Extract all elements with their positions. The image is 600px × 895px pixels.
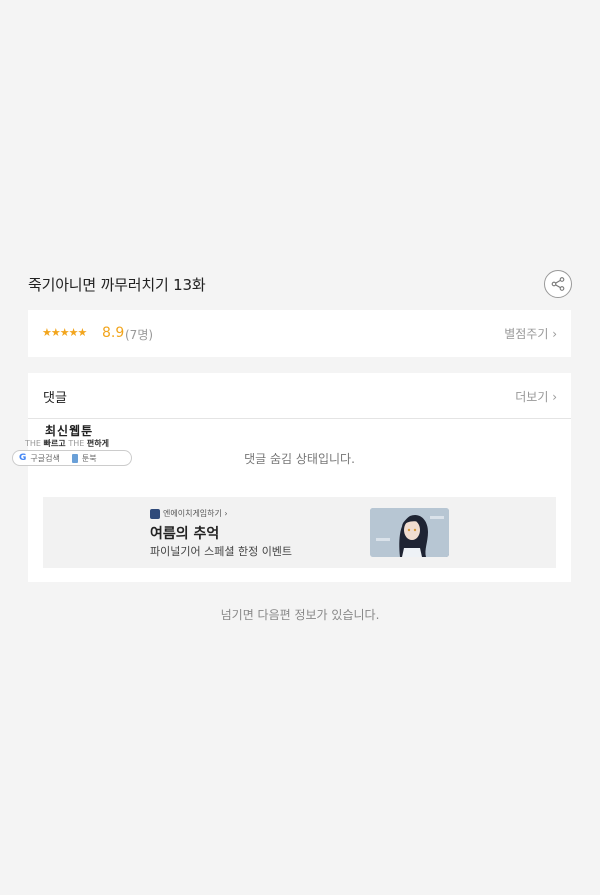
comment-card: 댓글 더보기 › 댓글 숨김 상태입니다. 엔에이치게임하기 › 여름의 추억 … [28, 373, 571, 582]
widget-search-bar[interactable]: G 구글검색 툰북 [12, 450, 132, 466]
tagline-the-2: THE [68, 439, 87, 448]
rating-count: (7명) [125, 328, 154, 342]
share-button[interactable] [544, 270, 572, 298]
comment-header: 댓글 더보기 › [28, 373, 571, 419]
next-episode-info: 넘기면 다음편 정보가 있습니다. [220, 608, 380, 622]
google-icon: G [19, 453, 27, 463]
google-search-label: 구글검색 [30, 453, 60, 463]
episode-title: 죽기아니면 까무러치기 13화 [28, 276, 206, 294]
rating-score: 8.9 [102, 325, 125, 341]
rate-button[interactable]: 별점주기 › [504, 325, 557, 342]
rating-card: ★★★★★ 8.9 (7명) 별점주기 › [28, 310, 571, 357]
ad-brand: 엔에이치게임하기 › [150, 508, 228, 519]
ad-image [370, 508, 449, 557]
ad-subtext: 파이널기어 스페셜 한정 이벤트 [150, 545, 293, 558]
widget-title: 최신웹툰 [45, 424, 94, 438]
tagline-easy: 편하게 [86, 439, 109, 448]
episode-title-row: 죽기아니면 까무러치기 13화 [28, 270, 572, 300]
comments-more-link[interactable]: 더보기 › [515, 388, 557, 405]
toonbook-label: 툰북 [81, 453, 97, 463]
ad-brand-icon [150, 508, 160, 519]
latest-webtoon-widget[interactable]: 최신웹툰 THE 빠르고 THE 편하게 G 구글검색 툰북 [12, 420, 134, 468]
tagline-fast: 빠르고 [43, 439, 69, 448]
rating-stars: ★★★★★ [42, 326, 87, 339]
book-icon [71, 453, 78, 463]
ad-brand-label: 엔에이치게임하기 › [163, 509, 228, 518]
comment-label: 댓글 [43, 391, 67, 406]
share-icon [551, 277, 565, 291]
ad-banner[interactable]: 엔에이치게임하기 › 여름의 추억 파이널기어 스페셜 한정 이벤트 [43, 497, 556, 568]
ad-headline: 여름의 추억 [150, 526, 220, 542]
widget-tagline: THE 빠르고 THE 편하게 [25, 438, 109, 449]
tagline-the-1: THE [25, 439, 44, 448]
